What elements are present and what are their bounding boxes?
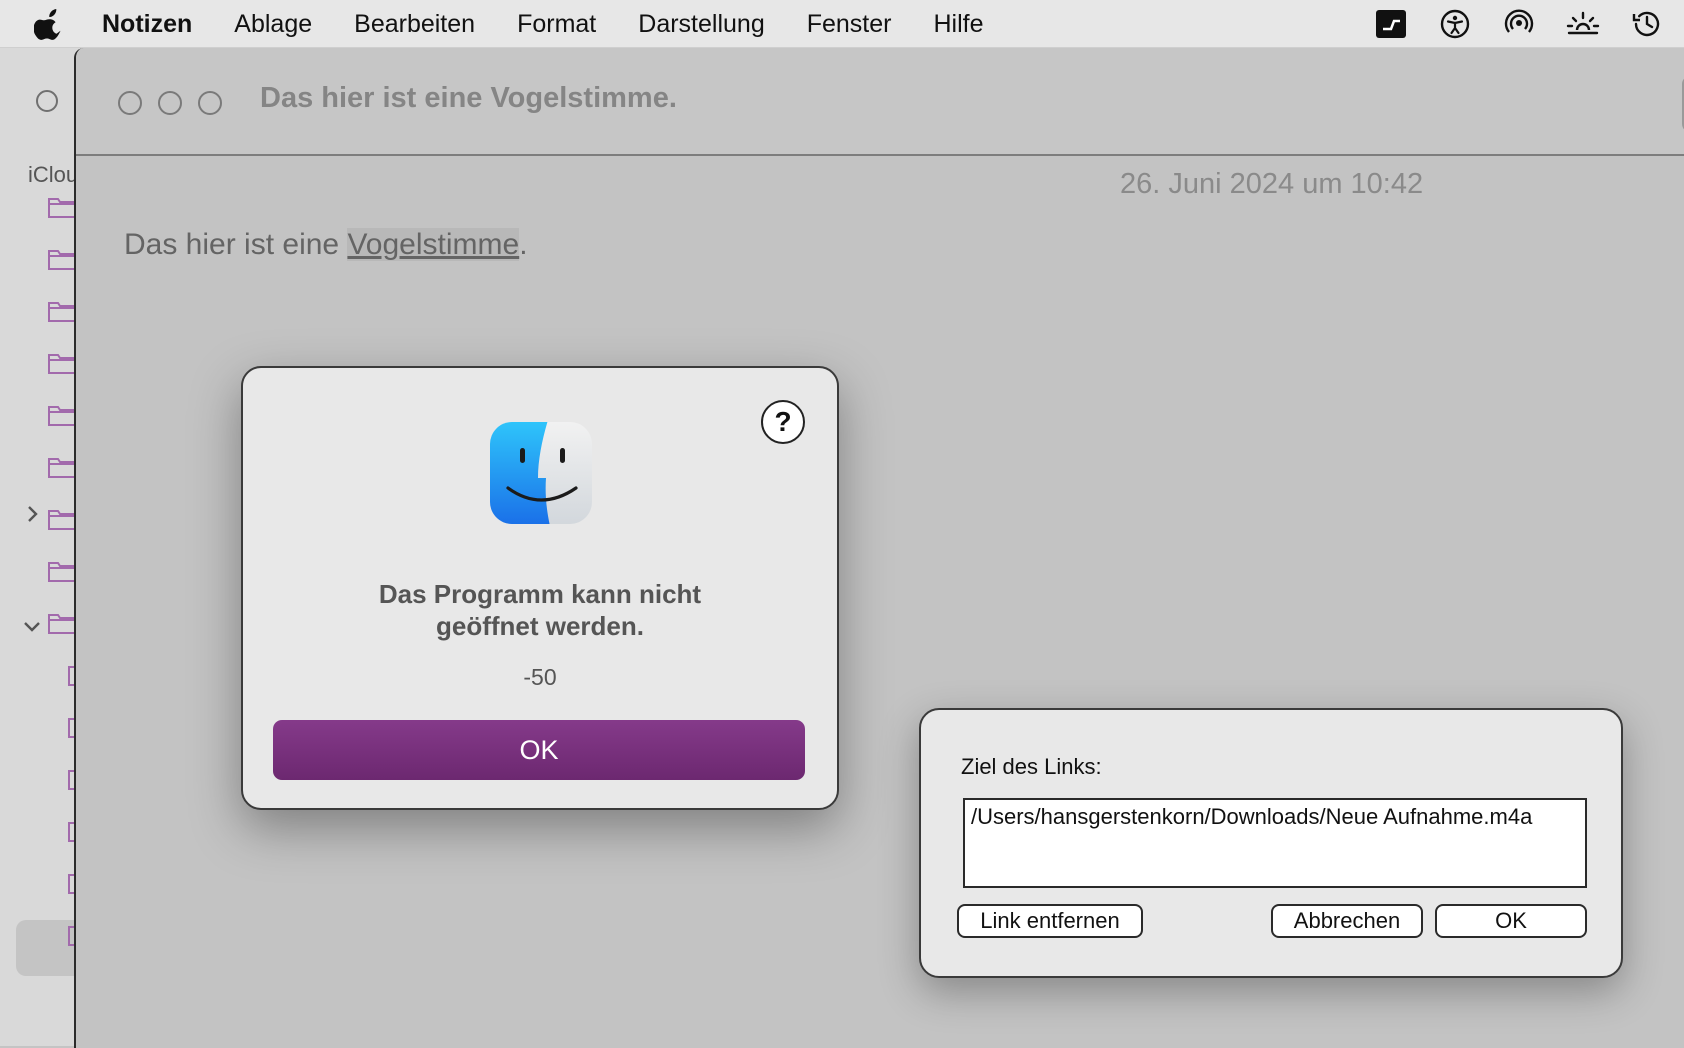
chevron-right-icon[interactable]: [26, 504, 40, 530]
finder-icon: [488, 420, 594, 526]
note-body-text: Das hier ist eine: [124, 228, 348, 261]
remove-link-button[interactable]: Link entfernen: [957, 904, 1143, 938]
chevron-down-icon[interactable]: [22, 614, 42, 640]
sidebar-account-label: iClou: [28, 162, 79, 187]
brightness-icon[interactable]: [1566, 8, 1600, 40]
controller-icon[interactable]: [1374, 8, 1408, 40]
error-alert-dialog: ? Das Programm kann nicht geöffnet werde…: [241, 366, 839, 810]
note-body[interactable]: Das hier ist eine Vogelstimme.: [124, 228, 528, 262]
menu-bar: Notizen Ablage Bearbeiten Format Darstel…: [0, 0, 1684, 48]
link-target-label: Ziel des Links:: [961, 754, 1102, 779]
menu-ablage[interactable]: Ablage: [234, 10, 312, 39]
window-close-button[interactable]: [36, 90, 58, 112]
cancel-button[interactable]: Abbrechen: [1271, 904, 1423, 938]
menu-fenster[interactable]: Fenster: [807, 10, 892, 39]
zoom-window-button[interactable]: [198, 91, 222, 115]
alert-ok-button[interactable]: OK: [273, 720, 805, 780]
help-button[interactable]: ?: [761, 400, 805, 444]
menu-hilfe[interactable]: Hilfe: [933, 10, 983, 39]
time-machine-icon[interactable]: [1630, 8, 1664, 40]
note-date: 26. Juni 2024 um 10:42: [1120, 168, 1424, 200]
close-window-button[interactable]: [118, 91, 142, 115]
note-body-punctuation: .: [519, 228, 528, 261]
link-ok-button[interactable]: OK: [1435, 904, 1587, 938]
link-target-dialog: Ziel des Links: /Users/hansgerstenkorn/D…: [919, 708, 1623, 978]
menu-darstellung[interactable]: Darstellung: [638, 10, 764, 39]
alert-title: Das Programm kann nicht geöffnet werden.: [378, 579, 702, 641]
accessibility-icon[interactable]: [1438, 8, 1472, 40]
alert-error-code: -50: [523, 664, 557, 690]
note-titlebar: Das hier ist eine Vogelstimme.: [76, 48, 1684, 156]
menu-bearbeiten[interactable]: Bearbeiten: [354, 10, 475, 39]
airdrop-icon[interactable]: [1502, 8, 1536, 40]
note-window-title: Das hier ist eine Vogelstimme.: [260, 82, 677, 114]
link-target-input[interactable]: /Users/hansgerstenkorn/Downloads/Neue Au…: [963, 798, 1587, 888]
apple-menu-icon[interactable]: [33, 8, 64, 40]
note-link[interactable]: Vogelstimme: [347, 228, 520, 261]
menu-format[interactable]: Format: [517, 10, 596, 39]
minimize-window-button[interactable]: [158, 91, 182, 115]
menu-notizen[interactable]: Notizen: [102, 10, 192, 39]
